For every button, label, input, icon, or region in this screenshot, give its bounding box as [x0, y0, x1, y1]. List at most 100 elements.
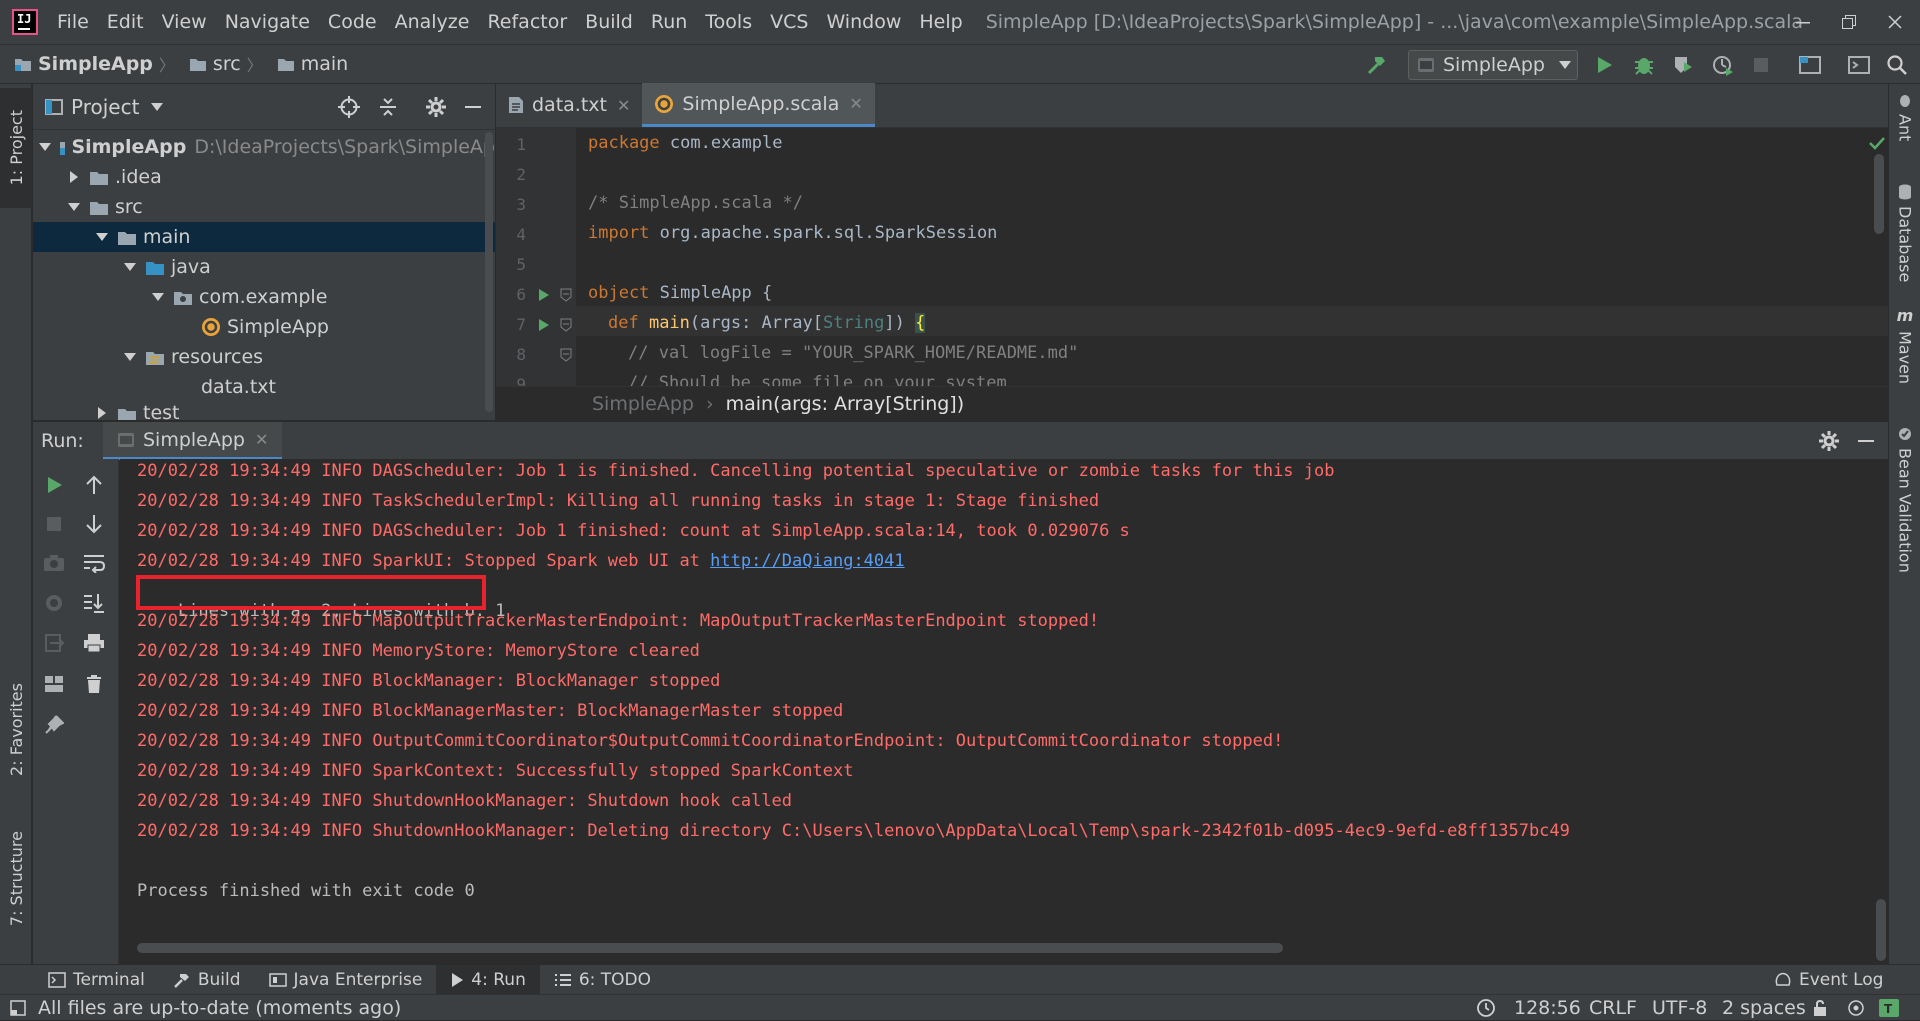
restore-window-button[interactable]	[1834, 8, 1864, 36]
status-message[interactable]: All files are up-to-date (moments ago)	[10, 995, 401, 1021]
debug-button[interactable]	[1631, 52, 1657, 78]
tool-tab-build[interactable]: Build	[159, 965, 255, 995]
search-everywhere-button[interactable]	[1884, 52, 1910, 78]
tool-tab-run[interactable]: 4: Run	[436, 964, 540, 995]
run-with-coverage-button[interactable]	[1670, 52, 1696, 78]
menu-navigate[interactable]: Navigate	[216, 11, 319, 33]
tree-node-data-txt[interactable]: data.txt	[33, 372, 495, 402]
run-panel-header: Run: SimpleApp ✕	[33, 421, 1888, 460]
console-vertical-scrollbar[interactable]	[1876, 899, 1886, 961]
scroll-to-end-button[interactable]	[81, 590, 107, 616]
tree-node-idea[interactable]: .idea	[33, 162, 495, 192]
pin-tab-button[interactable]	[41, 712, 67, 738]
debug-settings-button[interactable]	[41, 590, 67, 616]
previous-occurrence-button[interactable]	[81, 472, 107, 498]
tool-tab-todo[interactable]: 6: TODO	[540, 965, 665, 995]
tree-node-src[interactable]: src	[33, 192, 495, 222]
clear-all-button[interactable]	[81, 671, 107, 697]
rerun-button[interactable]	[41, 472, 67, 498]
tab-data-txt[interactable]: data.txt ✕	[496, 83, 642, 127]
tree-node-simpleapp-object[interactable]: SimpleApp	[33, 312, 495, 342]
collapse-all-button[interactable]	[377, 96, 399, 118]
hide-panel-button[interactable]	[463, 96, 483, 118]
task-indicator[interactable]: T	[1878, 995, 1900, 1021]
menu-help[interactable]: Help	[910, 11, 971, 33]
tree-node-resources[interactable]: resources	[33, 342, 495, 372]
stop-button[interactable]	[1748, 52, 1774, 78]
menu-tools[interactable]: Tools	[696, 11, 761, 33]
soft-wrap-button[interactable]	[81, 550, 107, 576]
profile-button[interactable]	[1710, 52, 1736, 78]
build-project-button[interactable]	[1364, 52, 1390, 78]
close-window-button[interactable]	[1880, 8, 1910, 36]
read-only-toggle[interactable]	[1812, 995, 1828, 1021]
tool-tab-project[interactable]: 1: Project	[0, 88, 32, 208]
tool-tab-event-log[interactable]: Event Log	[1760, 965, 1897, 995]
project-settings-button[interactable]	[425, 96, 447, 118]
tool-tab-terminal[interactable]: Terminal	[34, 965, 159, 995]
menu-vcs[interactable]: VCS	[761, 11, 817, 33]
menu-edit[interactable]: Edit	[98, 11, 153, 33]
tool-tab-favorites[interactable]: 2: Favorites	[0, 674, 32, 784]
close-icon[interactable]: ✕	[617, 96, 630, 115]
locate-file-button[interactable]	[338, 96, 360, 118]
code-area[interactable]: package com.example /* SimpleApp.scala *…	[496, 128, 1888, 386]
menu-file[interactable]: File	[48, 11, 98, 33]
indent-setting[interactable]: 2 spaces	[1722, 995, 1806, 1021]
console-output[interactable]: 20/02/28 19:34:49 INFO DAGScheduler: Job…	[120, 459, 1888, 964]
console-horizontal-scrollbar[interactable]	[137, 943, 1283, 953]
minimize-window-button[interactable]	[1788, 8, 1818, 36]
editor-scrollbar[interactable]	[1874, 154, 1884, 234]
close-icon[interactable]: ✕	[849, 94, 862, 113]
menu-window[interactable]: Window	[817, 11, 910, 33]
terminal-toolbar-button[interactable]	[1846, 52, 1872, 78]
project-panel-title[interactable]: Project	[71, 95, 139, 119]
run-button[interactable]	[1591, 52, 1617, 78]
inspection-profile[interactable]	[1846, 995, 1866, 1021]
menu-run[interactable]: Run	[642, 11, 696, 33]
tree-node-simpleapp[interactable]: SimpleApp D:\IdeaProjects\Spark\SimpleAp	[33, 132, 495, 162]
print-button[interactable]	[81, 630, 107, 656]
breadcrumb-object[interactable]: SimpleApp	[592, 393, 694, 415]
tool-tab-ant[interactable]: Ant	[1889, 94, 1920, 141]
breadcrumb-main[interactable]: main	[277, 53, 348, 75]
exit-button[interactable]	[41, 630, 67, 656]
breadcrumb-src[interactable]: src 〉	[189, 52, 263, 76]
menu-code[interactable]: Code	[319, 11, 386, 33]
spark-ui-link[interactable]: http://DaQiang:4041	[710, 551, 904, 571]
tool-tab-maven[interactable]: m Maven	[1889, 306, 1920, 384]
run-settings-button[interactable]	[1818, 430, 1840, 452]
breadcrumb-method[interactable]: main(args: Array[String])	[726, 393, 965, 415]
menu-refactor[interactable]: Refactor	[478, 11, 576, 33]
tool-tab-structure[interactable]: 7: Structure	[0, 824, 32, 934]
hide-run-panel-button[interactable]	[1856, 430, 1876, 452]
caret-position[interactable]: 128:56	[1514, 995, 1581, 1021]
tree-node-java[interactable]: java	[33, 252, 495, 282]
expand-arrow-icon	[123, 263, 137, 271]
project-structure-button[interactable]	[1797, 52, 1823, 78]
tab-simpleapp-scala[interactable]: SimpleApp.scala ✕	[642, 83, 875, 127]
file-encoding[interactable]: UTF-8	[1652, 995, 1707, 1021]
thread-dump-button[interactable]	[41, 550, 67, 576]
close-icon[interactable]: ✕	[255, 430, 268, 449]
line-separator[interactable]: CRLF	[1589, 995, 1637, 1021]
tool-tab-java-enterprise[interactable]: Java Enterprise	[255, 965, 437, 995]
memory-indicator[interactable]	[1476, 995, 1496, 1021]
tool-tab-bean-validation[interactable]: Bean Validation	[1889, 426, 1920, 573]
menu-view[interactable]: View	[153, 11, 216, 33]
run-configuration-select[interactable]: SimpleApp	[1408, 50, 1578, 80]
tree-node-test[interactable]: test	[33, 402, 495, 420]
tree-node-main[interactable]: main	[33, 222, 495, 252]
stop-run-button[interactable]	[41, 511, 67, 537]
breadcrumb-project[interactable]: SimpleApp 〉	[14, 52, 175, 76]
tree-node-com-example[interactable]: com.example	[33, 282, 495, 312]
menu-analyze[interactable]: Analyze	[386, 11, 479, 33]
toggle-tool-windows-icon[interactable]	[10, 1000, 26, 1016]
project-scrollbar[interactable]	[485, 132, 493, 412]
next-occurrence-button[interactable]	[81, 511, 107, 537]
restore-layout-button[interactable]	[41, 671, 67, 697]
chevron-down-icon[interactable]	[151, 102, 164, 111]
tool-tab-database[interactable]: Database	[1889, 184, 1920, 282]
run-tab-simpleapp[interactable]: SimpleApp ✕	[103, 422, 283, 460]
menu-build[interactable]: Build	[576, 11, 642, 33]
